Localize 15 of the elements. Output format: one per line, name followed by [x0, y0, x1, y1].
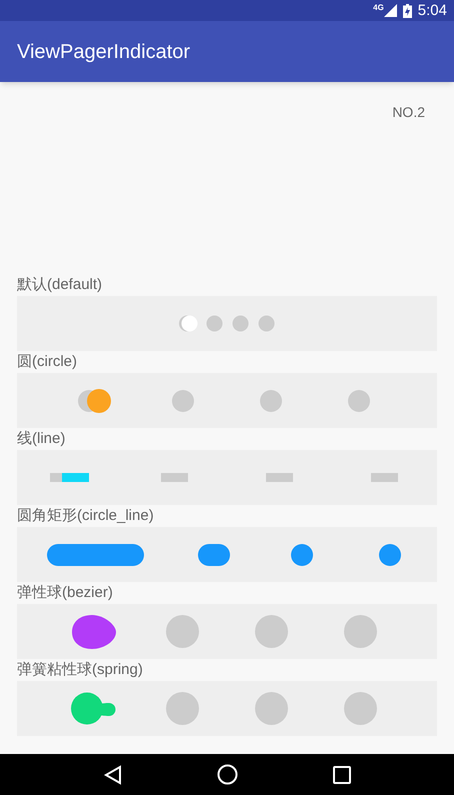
clock-time: 5:04 — [418, 3, 447, 18]
app-title: ViewPagerIndicator — [17, 40, 190, 64]
indicator-label: 弹簧粘性球(spring) — [17, 660, 143, 680]
indicator-label: 默认(default) — [17, 275, 102, 295]
recents-icon[interactable] — [332, 766, 350, 784]
indicator-label: 圆角矩形(circle_line) — [17, 506, 154, 526]
page-number: NO.2 — [392, 103, 425, 121]
indicator-label: 圆(circle) — [17, 352, 77, 372]
signal-icon — [384, 4, 397, 17]
indicator-label: 弹性球(bezier) — [17, 583, 113, 603]
indicator-label: 线(line) — [17, 429, 66, 449]
network-type: 4G — [373, 4, 384, 12]
home-icon[interactable] — [216, 764, 238, 785]
back-icon[interactable] — [104, 764, 122, 784]
battery-icon — [402, 4, 412, 18]
